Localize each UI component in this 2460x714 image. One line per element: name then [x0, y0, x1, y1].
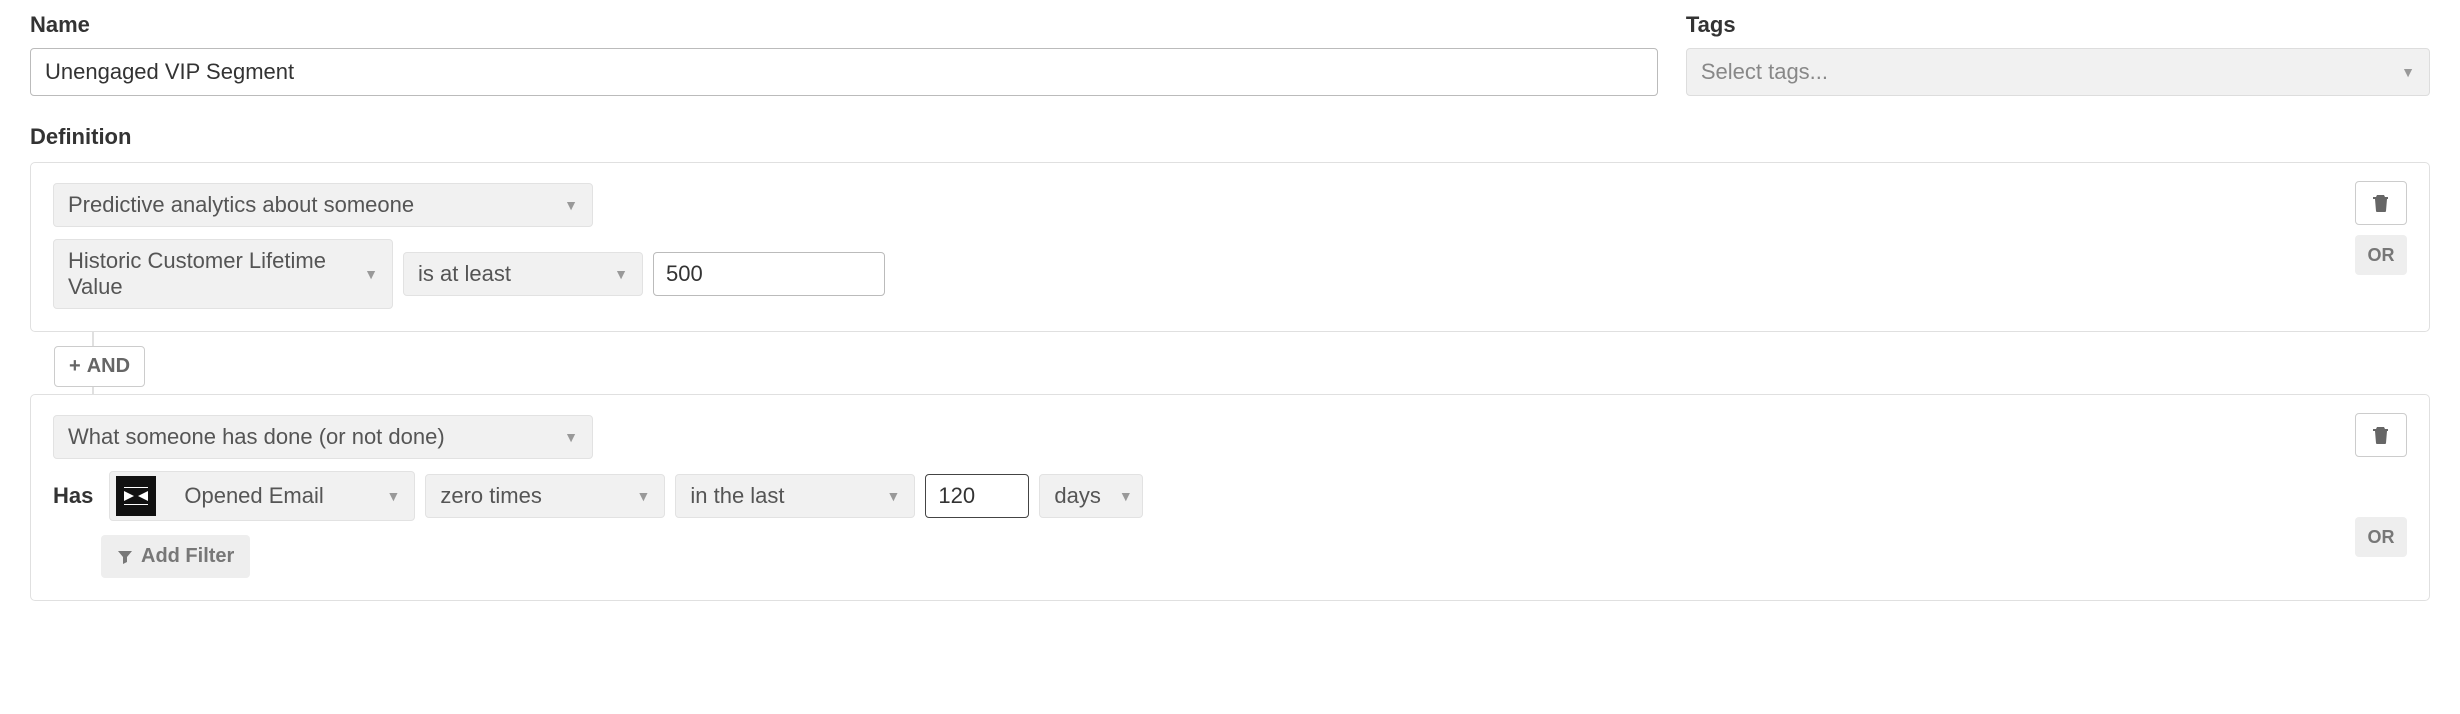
caret-down-icon: ▼ — [2401, 64, 2415, 80]
name-label: Name — [30, 12, 1658, 38]
add-filter-label: Add Filter — [141, 545, 234, 568]
or-button[interactable]: OR — [2355, 517, 2407, 557]
time-value-input[interactable] — [925, 474, 1029, 518]
count-value: zero times — [440, 483, 541, 509]
caret-down-icon: ▼ — [1119, 488, 1133, 504]
plus-icon: + — [69, 355, 81, 378]
definition-label: Definition — [30, 124, 2430, 150]
delete-condition-button[interactable] — [2355, 181, 2407, 225]
caret-down-icon: ▼ — [614, 266, 628, 282]
metric-value: Historic Customer Lifetime Value — [68, 248, 346, 300]
and-connector: + AND — [66, 332, 2430, 394]
tags-placeholder: Select tags... — [1701, 59, 1828, 85]
event-select[interactable]: Opened Email ▼ — [109, 471, 415, 521]
and-label: AND — [87, 355, 130, 378]
metric-select[interactable]: Historic Customer Lifetime Value ▼ — [53, 239, 393, 309]
has-label: Has — [53, 483, 93, 509]
caret-down-icon: ▼ — [564, 429, 578, 445]
caret-down-icon: ▼ — [887, 488, 901, 504]
caret-down-icon: ▼ — [387, 488, 401, 504]
condition-block-1: OR Predictive analytics about someone ▼ … — [30, 162, 2430, 332]
threshold-input[interactable] — [653, 252, 885, 296]
condition-block-2: OR What someone has done (or not done) ▼… — [30, 394, 2430, 601]
operator-value: is at least — [418, 261, 511, 287]
trash-icon — [2373, 426, 2389, 444]
count-select[interactable]: zero times ▼ — [425, 474, 665, 518]
tags-label: Tags — [1686, 12, 2430, 38]
operator-select[interactable]: is at least ▼ — [403, 252, 643, 296]
filter-icon — [117, 549, 133, 565]
flag-icon — [116, 476, 156, 516]
caret-down-icon: ▼ — [637, 488, 651, 504]
condition-category-value: What someone has done (or not done) — [68, 424, 445, 450]
add-and-button[interactable]: + AND — [54, 346, 145, 387]
tags-select[interactable]: Select tags... ▼ — [1686, 48, 2430, 96]
caret-down-icon: ▼ — [564, 197, 578, 213]
timeframe-value: in the last — [690, 483, 784, 509]
condition-category-select[interactable]: What someone has done (or not done) ▼ — [53, 415, 593, 459]
time-unit-value: days — [1054, 483, 1100, 509]
caret-down-icon: ▼ — [364, 266, 378, 282]
add-filter-button[interactable]: Add Filter — [101, 535, 250, 578]
condition-category-select[interactable]: Predictive analytics about someone ▼ — [53, 183, 593, 227]
segment-name-input[interactable] — [30, 48, 1658, 96]
condition-category-value: Predictive analytics about someone — [68, 192, 414, 218]
delete-condition-button[interactable] — [2355, 413, 2407, 457]
event-value: Opened Email — [184, 483, 323, 509]
time-unit-select[interactable]: days ▼ — [1039, 474, 1143, 518]
trash-icon — [2373, 194, 2389, 212]
or-button[interactable]: OR — [2355, 235, 2407, 275]
timeframe-select[interactable]: in the last ▼ — [675, 474, 915, 518]
